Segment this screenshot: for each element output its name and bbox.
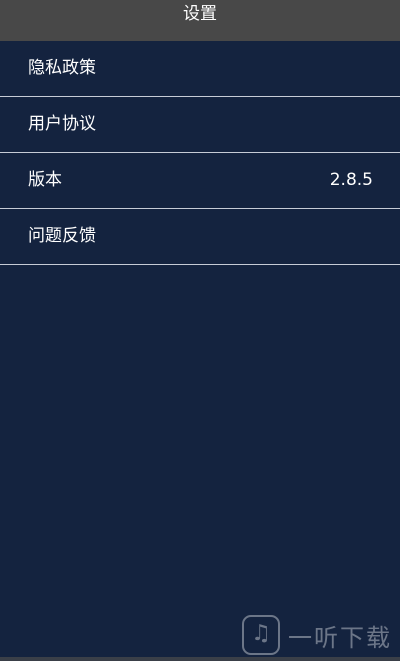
watermark-text: 一听下载 bbox=[288, 623, 392, 652]
title-bar: 设置 bbox=[0, 0, 400, 41]
settings-list: 隐私政策 用户协议 版本 2.8.5 问题反馈 bbox=[0, 41, 400, 265]
watermark-logo-icon: ♫ bbox=[242, 615, 280, 655]
bottom-bar bbox=[0, 657, 400, 661]
settings-item-user-agreement[interactable]: 用户协议 bbox=[0, 97, 400, 153]
settings-item-label: 隐私政策 bbox=[28, 58, 96, 78]
settings-item-privacy-policy[interactable]: 隐私政策 bbox=[0, 41, 400, 97]
settings-item-version[interactable]: 版本 2.8.5 bbox=[0, 153, 400, 209]
watermark: ♫ 一听下载 bbox=[242, 613, 392, 657]
settings-item-label: 问题反馈 bbox=[28, 226, 96, 246]
settings-item-label: 版本 bbox=[28, 170, 62, 190]
page-title: 设置 bbox=[183, 4, 217, 24]
version-number: 2.8.5 bbox=[329, 170, 373, 190]
settings-item-feedback[interactable]: 问题反馈 bbox=[0, 209, 400, 265]
settings-item-label: 用户协议 bbox=[28, 114, 96, 134]
